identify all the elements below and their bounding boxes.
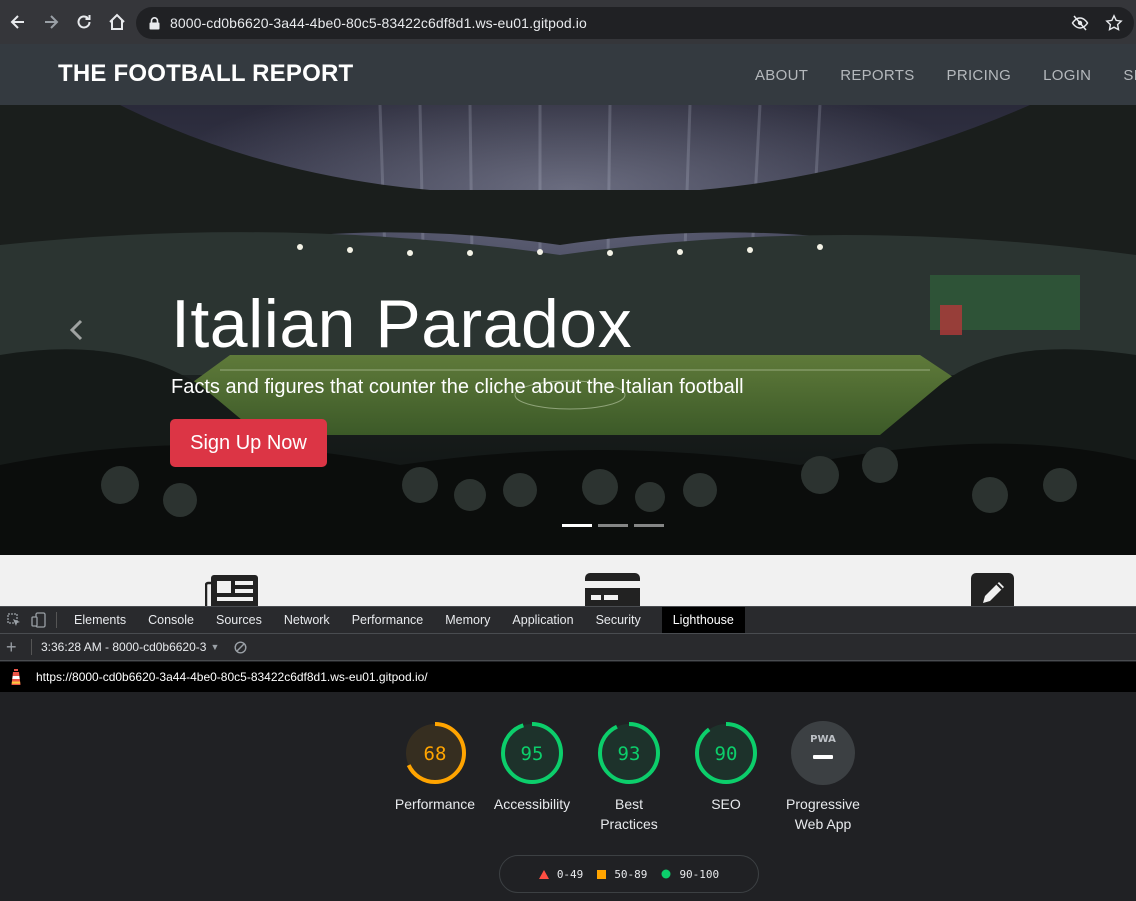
- reload-icon[interactable]: [68, 6, 100, 38]
- report-select-value: 3:36:28 AM - 8000-cd0b6620-3: [41, 640, 207, 654]
- new-report-icon[interactable]: +: [6, 637, 20, 658]
- gauge-label: Best Practices: [600, 796, 658, 832]
- gauge-score: 68: [424, 743, 447, 765]
- carousel-indicators: [562, 524, 664, 527]
- nav-login[interactable]: LOGIN: [1043, 67, 1091, 84]
- lighthouse-toolbar: + 3:36:28 AM - 8000-cd0b6620-3 ▼: [0, 634, 1136, 661]
- sign-up-button[interactable]: Sign Up Now: [170, 419, 327, 467]
- site-navbar: THE FOOTBALL REPORT ABOUT REPORTS PRICIN…: [0, 44, 1136, 105]
- report-select[interactable]: 3:36:28 AM - 8000-cd0b6620-3 ▼: [41, 640, 219, 654]
- carousel-indicator-3[interactable]: [634, 524, 664, 527]
- nav-about[interactable]: ABOUT: [755, 67, 808, 84]
- gauge-ring: 68: [404, 722, 466, 784]
- chevron-down-icon: ▼: [210, 642, 220, 652]
- gauge-score: 93: [618, 743, 641, 765]
- lighthouse-logo-icon: [11, 669, 21, 685]
- forward-icon[interactable]: [35, 6, 67, 38]
- gauge-accessibility[interactable]: 95 Accessibility: [477, 720, 587, 814]
- lighthouse-url-bar: https://8000-cd0b6620-3a44-4be0-80c5-834…: [0, 662, 1136, 692]
- legend-average-range: 50-89: [614, 867, 648, 881]
- gauge-performance[interactable]: 68 Performance: [380, 720, 490, 814]
- gauge-pwa[interactable]: PWA Progressive Web App: [768, 720, 878, 834]
- hero-subtitle: Facts and figures that counter the clich…: [171, 376, 744, 398]
- browser-toolbar: 8000-cd0b6620-3a44-4be0-80c5-83422c6df8d…: [0, 0, 1136, 44]
- tab-elements[interactable]: Elements: [63, 607, 137, 633]
- gauge-ring: 93: [598, 722, 660, 784]
- devtools-separator: [56, 612, 57, 628]
- tab-console[interactable]: Console: [137, 607, 205, 633]
- tab-lighthouse[interactable]: Lighthouse: [661, 607, 745, 633]
- tab-network[interactable]: Network: [273, 607, 341, 633]
- hero-title: Italian Paradox: [171, 286, 633, 362]
- address-url[interactable]: 8000-cd0b6620-3a44-4be0-80c5-83422c6df8d…: [170, 15, 587, 31]
- pwa-badge-text: PWA: [810, 734, 836, 745]
- carousel-indicator-2[interactable]: [598, 524, 628, 527]
- eye-off-icon[interactable]: [1070, 13, 1090, 33]
- carousel-indicator-1[interactable]: [562, 524, 592, 527]
- nav-reports[interactable]: REPORTS: [840, 67, 914, 84]
- carousel-prev-button[interactable]: [64, 317, 88, 343]
- triangle-icon: [538, 869, 549, 879]
- tab-application[interactable]: Application: [501, 607, 584, 633]
- gauge-score: 90: [715, 743, 738, 765]
- address-bar[interactable]: 8000-cd0b6620-3a44-4be0-80c5-83422c6df8d…: [136, 7, 1134, 39]
- site-nav-links: ABOUT REPORTS PRICING LOGIN SIGN U: [755, 67, 1136, 84]
- chevron-left-icon: [69, 319, 83, 341]
- circle-icon: [661, 869, 671, 879]
- lock-icon: [146, 15, 162, 31]
- legend-fail-range: 0-49: [556, 867, 584, 881]
- tab-memory[interactable]: Memory: [434, 607, 501, 633]
- inspect-element-icon[interactable]: [3, 609, 25, 631]
- legend-fail: 0-49: [538, 867, 584, 881]
- pwa-badge-icon: PWA: [791, 721, 855, 785]
- legend-pass: 90-100: [661, 868, 719, 881]
- gauge-label: SEO: [711, 796, 741, 812]
- score-legend: 0-49 50-89 90-100: [499, 855, 759, 893]
- tab-sources[interactable]: Sources: [205, 607, 273, 633]
- legend-pass-range: 90-100: [679, 867, 720, 881]
- home-icon[interactable]: [101, 6, 133, 38]
- credit-card-icon: [585, 573, 640, 606]
- nav-signup[interactable]: SIGN U: [1123, 67, 1136, 84]
- star-icon[interactable]: [1104, 13, 1124, 33]
- tab-performance[interactable]: Performance: [341, 607, 435, 633]
- gauge-score: 95: [521, 743, 544, 765]
- newspaper-icon: [205, 575, 258, 606]
- nav-pricing[interactable]: PRICING: [947, 67, 1012, 84]
- report-url[interactable]: https://8000-cd0b6620-3a44-4be0-80c5-834…: [36, 670, 428, 684]
- back-icon[interactable]: [2, 6, 34, 38]
- tab-security[interactable]: Security: [585, 607, 652, 633]
- toolbar-separator: [31, 639, 32, 655]
- gauge-seo[interactable]: 90 SEO: [671, 720, 781, 814]
- hero-carousel: Italian Paradox Facts and figures that c…: [0, 105, 1136, 555]
- features-section: [0, 555, 1136, 606]
- legend-average: 50-89: [597, 868, 647, 881]
- gauge-label: Performance: [394, 796, 476, 812]
- site-brand[interactable]: THE FOOTBALL REPORT: [58, 60, 353, 88]
- gauge-ring: 95: [501, 722, 563, 784]
- gauge-label: Accessibility: [493, 796, 571, 812]
- clear-icon[interactable]: [233, 640, 247, 654]
- gauge-label: Progressive Web App: [786, 796, 860, 832]
- devtools-tab-bar: Elements Console Sources Network Perform…: [0, 606, 1136, 634]
- pencil-square-icon: [971, 573, 1014, 606]
- gauge-best-practices[interactable]: 93 Best Practices: [574, 720, 684, 834]
- square-icon: [597, 869, 607, 879]
- device-toolbar-icon[interactable]: [28, 609, 50, 631]
- gauge-ring: 90: [695, 722, 757, 784]
